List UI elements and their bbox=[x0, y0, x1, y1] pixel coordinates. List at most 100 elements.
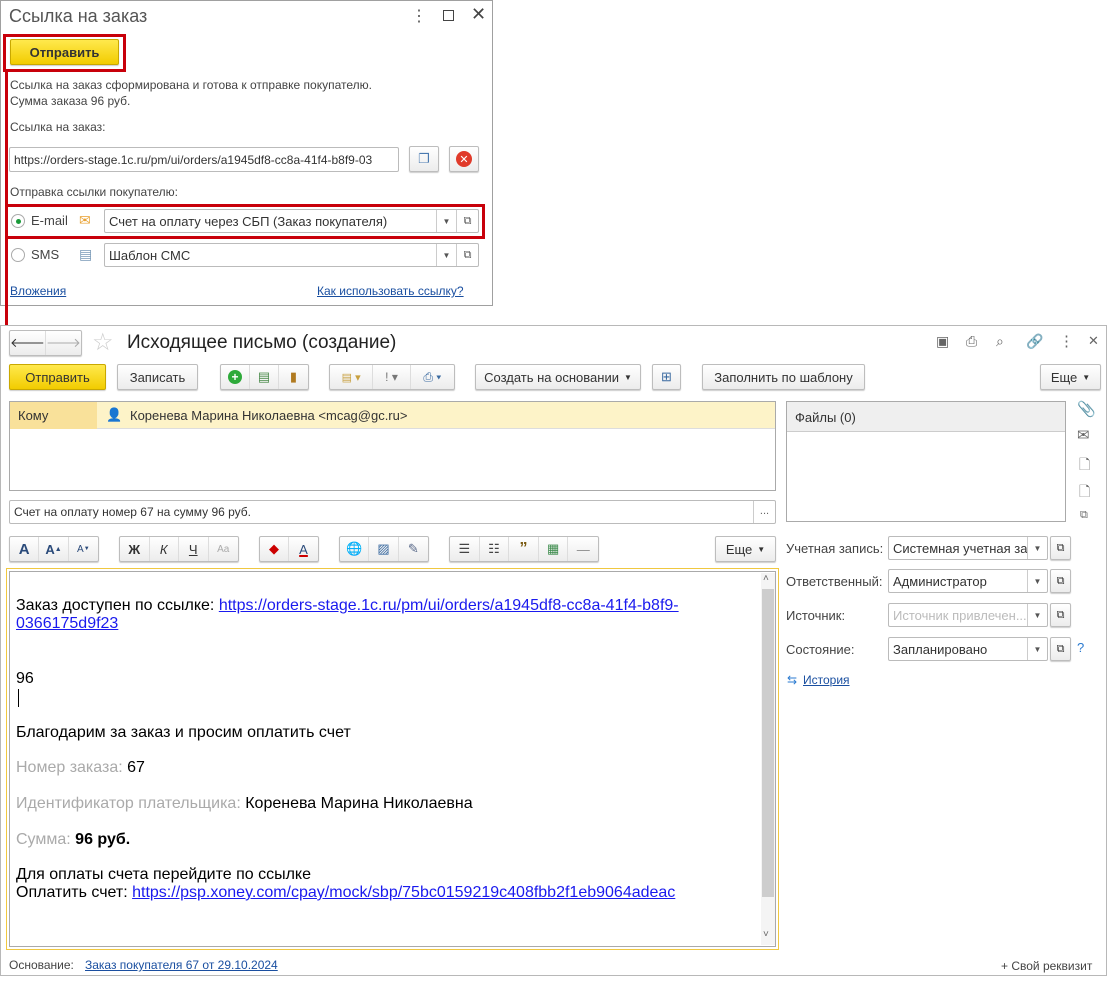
create-based-button[interactable]: Создать на основании ▼ bbox=[475, 364, 641, 390]
print-icon[interactable]: ⎙ ▾ bbox=[411, 365, 454, 389]
numbered-list-icon[interactable]: ☷ bbox=[480, 537, 510, 561]
dropdown-icon[interactable]: ▼ bbox=[1027, 537, 1047, 559]
dropdown-icon[interactable]: ▼ bbox=[1027, 604, 1047, 626]
scroll-thumb[interactable] bbox=[762, 589, 774, 897]
add-document-icon[interactable]: ▤ bbox=[250, 365, 279, 389]
fill-color-icon[interactable]: ◆ bbox=[260, 537, 290, 561]
dropdown-icon[interactable]: ▼ bbox=[436, 210, 456, 232]
back-icon[interactable]: 🡐 bbox=[10, 331, 46, 355]
close-icon[interactable]: ✕ bbox=[1088, 333, 1099, 349]
link-field[interactable]: https://orders-stage.1c.ru/pm/ui/orders/… bbox=[9, 147, 399, 172]
close-icon[interactable]: ✕ bbox=[471, 4, 486, 25]
add-icon[interactable]: + bbox=[221, 365, 250, 389]
account-label: Учетная запись: bbox=[786, 541, 884, 556]
recipients-table[interactable]: Кому 👤 Коренева Марина Николаевна <mcag@… bbox=[9, 401, 776, 491]
email-template-select[interactable]: Счет на оплату через СБП (Заказ покупате… bbox=[104, 209, 479, 233]
import-file-icon[interactable]: 🗋 bbox=[1079, 481, 1090, 505]
email-body-editor[interactable]: Заказ доступен по ссылке: https://orders… bbox=[6, 568, 779, 950]
custom-attribute-button[interactable]: + Свой реквизит bbox=[1001, 959, 1092, 973]
source-select[interactable]: Источник привлечен... ▼ bbox=[888, 603, 1048, 627]
save-icon[interactable]: ▣ bbox=[936, 333, 949, 350]
delete-button[interactable]: ✕ bbox=[449, 146, 479, 172]
help-icon[interactable]: ? bbox=[1077, 640, 1084, 655]
save-button[interactable]: Записать bbox=[117, 364, 198, 390]
copy-button[interactable]: ❐ bbox=[409, 146, 439, 172]
insert-link-icon[interactable]: 🌐 bbox=[340, 537, 370, 561]
format-more-button[interactable]: Еще ▼ bbox=[715, 536, 776, 562]
subject-field[interactable]: Счет на оплату номер 67 на сумму 96 руб. bbox=[9, 500, 776, 524]
italic-button[interactable]: К bbox=[150, 537, 179, 561]
dropdown-icon: ▼ bbox=[623, 372, 632, 382]
order-link[interactable]: https://orders-stage.1c.ru/pm/ui/orders/… bbox=[219, 597, 679, 614]
howto-link[interactable]: Как использовать ссылку? bbox=[317, 284, 464, 298]
body-pay-intro: Для оплаты счета перейдите по ссылке bbox=[16, 866, 311, 883]
sms-template-select[interactable]: Шаблон СМС ▼ ⧉ bbox=[104, 243, 479, 267]
to-value: Коренева Марина Николаевна <mcag@gc.ru> bbox=[130, 408, 408, 423]
history-link[interactable]: История bbox=[803, 673, 850, 687]
horizontal-line-icon[interactable]: — bbox=[568, 537, 598, 561]
signature-icon[interactable]: ✎ bbox=[399, 537, 428, 561]
preview-icon[interactable]: ⌕ bbox=[996, 333, 1004, 350]
order-link-dialog: Ссылка на заказ ⋮ ✕ Отправить Ссылка на … bbox=[0, 0, 493, 306]
attach-icon[interactable]: 📎 bbox=[1077, 400, 1096, 418]
email-radio[interactable] bbox=[11, 214, 25, 228]
state-select[interactable]: Запланировано ▼ bbox=[888, 637, 1048, 661]
insert-table-icon[interactable]: ▦ bbox=[539, 537, 569, 561]
pay-link[interactable]: https://psp.xoney.com/cpay/mock/sbp/75bc… bbox=[132, 884, 675, 901]
favorite-star-icon[interactable]: ☆ bbox=[92, 328, 114, 357]
body-pay: Оплатить счет: https://psp.xoney.com/cpa… bbox=[16, 884, 676, 901]
bullet-list-icon[interactable]: ☰ bbox=[450, 537, 480, 561]
open-icon[interactable]: ⧉ bbox=[456, 244, 478, 266]
order-link-cont[interactable]: 0366175d9f23 bbox=[16, 615, 118, 632]
files-header: Файлы (0) bbox=[787, 402, 1065, 432]
forward-icon[interactable]: 🡒 bbox=[46, 331, 81, 355]
responsible-select[interactable]: Администратор ▼ bbox=[888, 569, 1048, 593]
reminder-icon[interactable]: ▤ ▾ bbox=[330, 365, 374, 389]
maximize-icon[interactable] bbox=[443, 10, 454, 21]
color-group: ◆ A bbox=[259, 536, 319, 562]
font-icon[interactable]: A bbox=[10, 537, 40, 561]
send-button[interactable]: Отправить bbox=[10, 39, 119, 65]
more-icon[interactable]: ⋮ bbox=[411, 6, 427, 26]
email-attach-icon[interactable]: ✉ bbox=[1077, 426, 1090, 444]
open-icon[interactable]: ⧉ bbox=[456, 210, 478, 232]
files-panel[interactable]: Файлы (0) bbox=[786, 401, 1066, 522]
open-state-button[interactable]: ⧉ bbox=[1050, 637, 1071, 661]
fill-template-button[interactable]: Заполнить по шаблону bbox=[702, 364, 865, 390]
account-select[interactable]: Системная учетная за ▼ bbox=[888, 536, 1048, 560]
more-button[interactable]: Еще ▼ bbox=[1040, 364, 1101, 390]
more-icon[interactable]: ⋮ bbox=[1059, 332, 1074, 350]
nav-buttons: 🡐 🡒 bbox=[9, 330, 82, 356]
scroll-up-icon[interactable]: ˄ bbox=[763, 573, 769, 584]
basis-link[interactable]: Заказ покупателя 67 от 29.10.2024 bbox=[85, 958, 278, 972]
clear-format-icon[interactable]: Aa bbox=[209, 537, 238, 561]
subject-more-button[interactable]: ... bbox=[753, 501, 775, 523]
open-icon[interactable]: ⧉ bbox=[1080, 509, 1088, 522]
print-icon[interactable]: ⎙ bbox=[966, 333, 977, 350]
envelope-icon: ✉ bbox=[79, 212, 91, 228]
to-label: Кому bbox=[10, 402, 97, 429]
export-file-icon[interactable]: 🗋 bbox=[1079, 454, 1090, 478]
attachments-link[interactable]: Вложения bbox=[10, 284, 66, 298]
scrollbar[interactable]: ˄ ˅ bbox=[761, 573, 775, 945]
insert-image-icon[interactable]: ▨ bbox=[369, 537, 399, 561]
structure-button[interactable]: ⊞ bbox=[652, 364, 681, 390]
address-book-icon[interactable]: ▮ bbox=[279, 365, 308, 389]
scroll-down-icon[interactable]: ˅ bbox=[763, 929, 769, 940]
underline-button[interactable]: Ч bbox=[179, 537, 209, 561]
open-responsible-button[interactable]: ⧉ bbox=[1050, 569, 1071, 593]
bold-button[interactable]: Ж bbox=[120, 537, 150, 561]
open-source-button[interactable]: ⧉ bbox=[1050, 603, 1071, 627]
decrease-font-icon[interactable]: A ▼ bbox=[69, 537, 98, 561]
link-icon[interactable]: 🔗 bbox=[1026, 333, 1043, 350]
dropdown-icon[interactable]: ▼ bbox=[1027, 570, 1047, 592]
font-color-icon[interactable]: A bbox=[289, 537, 318, 561]
send-button[interactable]: Отправить bbox=[9, 364, 106, 390]
dropdown-icon[interactable]: ▼ bbox=[1027, 638, 1047, 660]
open-account-button[interactable]: ⧉ bbox=[1050, 536, 1071, 560]
increase-font-icon[interactable]: A ▲ bbox=[39, 537, 69, 561]
quote-icon[interactable]: ” bbox=[509, 537, 539, 561]
importance-icon[interactable]: ! ▾ bbox=[373, 365, 411, 389]
dropdown-icon[interactable]: ▼ bbox=[436, 244, 456, 266]
sms-radio[interactable] bbox=[11, 248, 25, 262]
